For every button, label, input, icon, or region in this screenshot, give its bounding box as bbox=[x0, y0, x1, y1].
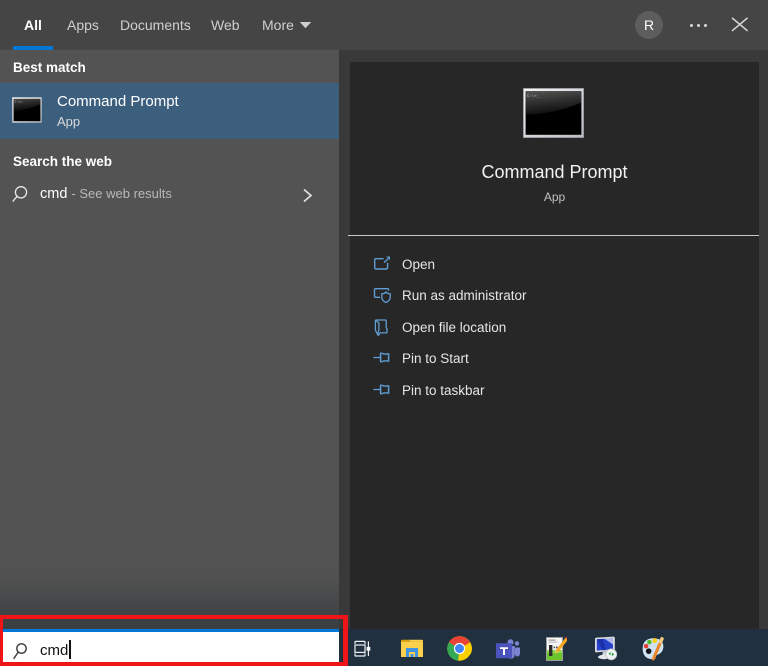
svg-text:C:\»_: C:\»_ bbox=[15, 100, 24, 104]
svg-text:C:\»_: C:\»_ bbox=[527, 94, 540, 99]
